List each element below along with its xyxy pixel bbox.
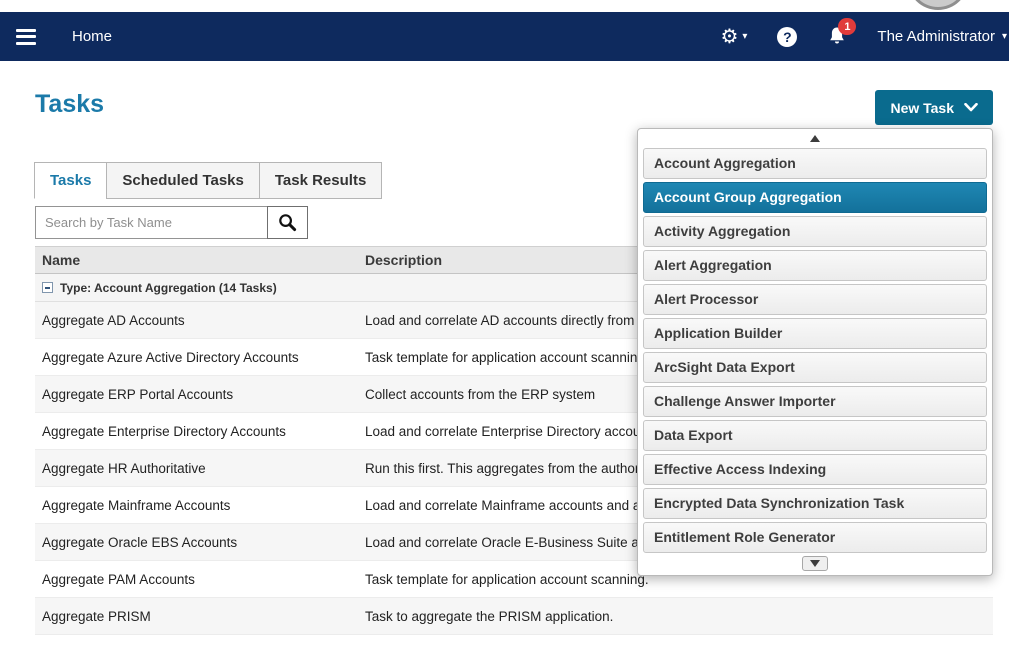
task-name-cell[interactable]: Aggregate HR Authoritative: [35, 461, 358, 476]
scroll-up-icon[interactable]: [643, 132, 987, 145]
new-task-button[interactable]: New Task: [875, 90, 993, 125]
dropdown-item[interactable]: Account Aggregation: [643, 148, 987, 179]
navbar-actions: ⚙ ▾ ? 1 The Administrator ▾: [720, 26, 1009, 47]
dropdown-item[interactable]: Application Builder: [643, 318, 987, 349]
task-name-cell[interactable]: Aggregate ERP Portal Accounts: [35, 387, 358, 402]
dropdown-item-label: Challenge Answer Importer: [654, 393, 836, 409]
dropdown-item-label: Entitlement Role Generator: [654, 529, 835, 545]
search-button[interactable]: [267, 206, 308, 239]
dropdown-item-label: ArcSight Data Export: [654, 359, 795, 375]
task-name-cell[interactable]: Aggregate Oracle EBS Accounts: [35, 535, 358, 550]
tab[interactable]: Scheduled Tasks: [106, 162, 259, 199]
search-input[interactable]: [35, 206, 268, 239]
dropdown-item[interactable]: Effective Access Indexing: [643, 454, 987, 485]
caret-down-icon: ▾: [1002, 31, 1007, 42]
task-name-cell[interactable]: Aggregate Mainframe Accounts: [35, 498, 358, 513]
top-navbar: Home ⚙ ▾ ? 1 The Administrator ▾: [0, 12, 1009, 61]
gear-icon: ⚙: [720, 27, 738, 47]
new-task-dropdown: Account Aggregation Account Group Aggreg…: [637, 128, 993, 576]
scroll-down-icon[interactable]: [802, 556, 828, 571]
dropdown-item-label: Activity Aggregation: [654, 223, 790, 239]
table-row[interactable]: Aggregate PRISM Task to aggregate the PR…: [35, 598, 993, 635]
group-header-label: Type: Account Aggregation (14 Tasks): [60, 281, 277, 295]
page-title: Tasks: [35, 90, 104, 119]
dropdown-item[interactable]: Data Export: [643, 420, 987, 451]
search-icon: [278, 213, 297, 232]
tab[interactable]: Task Results: [259, 162, 382, 199]
tab-label: Task Results: [275, 172, 366, 189]
nav-home-link[interactable]: Home: [72, 28, 112, 45]
task-name-cell[interactable]: Aggregate AD Accounts: [35, 313, 358, 328]
avatar: [908, 0, 968, 10]
dropdown-item[interactable]: Alert Aggregation: [643, 250, 987, 281]
user-menu[interactable]: The Administrator ▾: [877, 28, 1007, 45]
dropdown-item[interactable]: Alert Processor: [643, 284, 987, 315]
dropdown-item[interactable]: Account Group Aggregation: [643, 182, 987, 213]
task-description-cell: Task to aggregate the PRISM application.: [358, 609, 993, 624]
dropdown-item-label: Encrypted Data Synchronization Task: [654, 495, 904, 511]
tab-label: Tasks: [50, 172, 91, 189]
dropdown-item[interactable]: ArcSight Data Export: [643, 352, 987, 383]
task-name-cell[interactable]: Aggregate Enterprise Directory Accounts: [35, 424, 358, 439]
tab-bar: Tasks Scheduled Tasks Task Results: [35, 162, 382, 199]
notifications-button[interactable]: 1: [827, 26, 847, 47]
tab[interactable]: Tasks: [34, 162, 107, 199]
screen: Home ⚙ ▾ ? 1 The Administrator ▾ Tasks N…: [0, 0, 1009, 646]
help-icon[interactable]: ?: [777, 27, 797, 47]
dropdown-item[interactable]: Entitlement Role Generator: [643, 522, 987, 553]
settings-menu-button[interactable]: ⚙ ▾: [720, 27, 747, 47]
dropdown-item[interactable]: Activity Aggregation: [643, 216, 987, 247]
dropdown-item-label: Data Export: [654, 427, 733, 443]
dropdown-item[interactable]: Challenge Answer Importer: [643, 386, 987, 417]
menu-icon[interactable]: [10, 19, 42, 54]
collapse-icon[interactable]: [42, 282, 53, 293]
dropdown-item-label: Account Aggregation: [654, 155, 796, 171]
task-name-cell[interactable]: Aggregate PRISM: [35, 609, 358, 624]
new-task-label: New Task: [890, 100, 954, 116]
dropdown-item[interactable]: Encrypted Data Synchronization Task: [643, 488, 987, 519]
dropdown-item-label: Alert Processor: [654, 291, 758, 307]
notification-badge: 1: [838, 18, 856, 35]
dropdown-item-label: Account Group Aggregation: [654, 189, 842, 205]
search-bar: [35, 206, 308, 239]
user-label: The Administrator: [877, 28, 995, 45]
tab-label: Scheduled Tasks: [122, 172, 243, 189]
task-name-cell[interactable]: Aggregate PAM Accounts: [35, 572, 358, 587]
dropdown-item-label: Application Builder: [654, 325, 782, 341]
dropdown-item-label: Effective Access Indexing: [654, 461, 826, 477]
chevron-down-icon: [964, 103, 978, 112]
caret-down-icon: ▾: [742, 31, 747, 42]
column-header-name[interactable]: Name: [35, 252, 358, 268]
dropdown-item-list: Account Aggregation Account Group Aggreg…: [643, 148, 987, 553]
dropdown-item-label: Alert Aggregation: [654, 257, 772, 273]
task-name-cell[interactable]: Aggregate Azure Active Directory Account…: [35, 350, 358, 365]
